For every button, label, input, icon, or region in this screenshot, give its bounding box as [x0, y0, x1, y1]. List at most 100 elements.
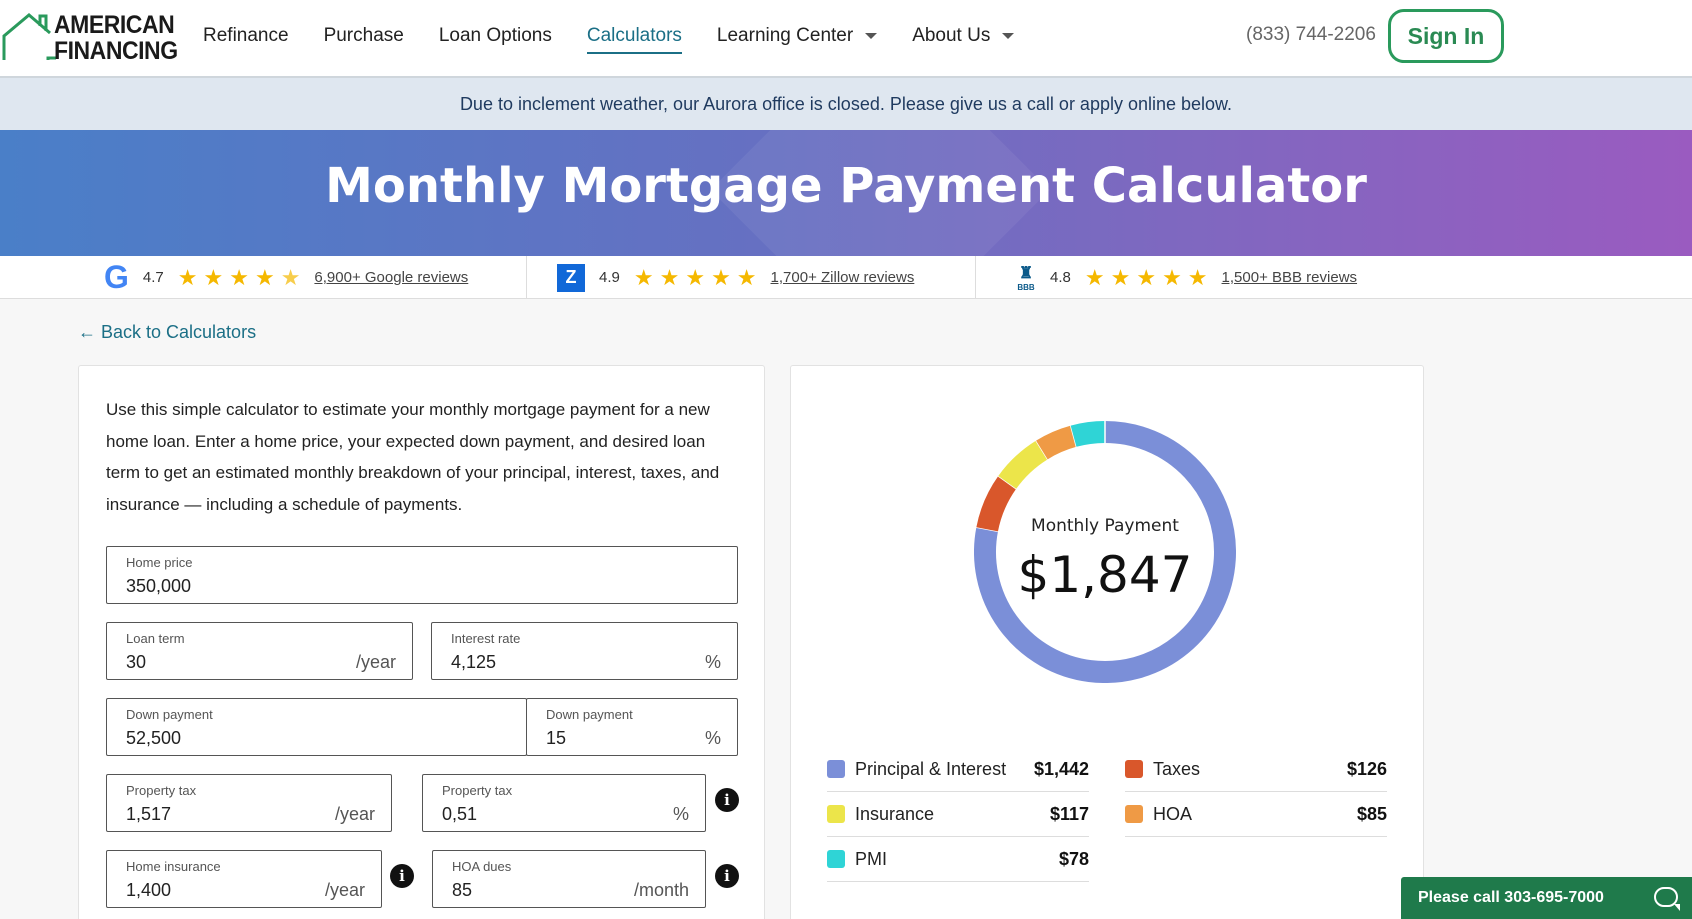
google-reviews-link[interactable]: 6,900+ Google reviews — [314, 269, 468, 286]
nav-refinance[interactable]: Refinance — [203, 0, 289, 72]
divider — [526, 256, 527, 299]
star-icon: ★ — [659, 264, 680, 290]
field-unit: /year — [355, 652, 396, 672]
star-rating: ★ ★ ★ ★ ★ — [634, 265, 757, 291]
chat-bar-label: Please call 303-695-7000 — [1418, 889, 1604, 906]
legend-label: Insurance — [855, 803, 935, 824]
divider — [975, 256, 976, 299]
field-unit: /month — [633, 880, 689, 900]
legend-insurance: Insurance $117 — [827, 792, 1089, 837]
field-value: 350,000 — [126, 576, 192, 596]
loan-term-field[interactable]: Loan term 30 /year — [106, 622, 413, 680]
field-label: Interest rate — [451, 631, 521, 646]
chevron-down-icon — [1002, 33, 1015, 39]
field-unit: % — [672, 804, 689, 824]
legend-value: $78 — [1058, 848, 1089, 869]
nav-about-us[interactable]: About Us — [912, 0, 1015, 72]
page-title: Monthly Mortgage Payment Calculator — [325, 158, 1367, 214]
field-label: Home price — [126, 555, 193, 570]
field-value: 85 — [452, 880, 473, 900]
star-icon: ★ — [1084, 264, 1105, 290]
legend-value: $1,442 — [1033, 758, 1089, 779]
nav-calculators[interactable]: Calculators — [586, 0, 682, 72]
weather-alert-banner: Due to inclement weather, our Aurora off… — [0, 78, 1692, 130]
monthly-payment-value: $1,847 — [1017, 546, 1193, 604]
field-label: Loan term — [126, 631, 185, 646]
field-unit: % — [704, 652, 721, 672]
nav-purchase[interactable]: Purchase — [324, 0, 404, 72]
legend-swatch — [827, 805, 845, 823]
star-icon: ★ — [1136, 264, 1157, 290]
home-price-field[interactable]: Home price 350,000 — [106, 546, 738, 604]
legend-value: $117 — [1049, 803, 1089, 824]
field-label: Down payment — [126, 707, 213, 722]
star-icon: ★ — [229, 264, 249, 290]
property-tax-info-icon[interactable]: i — [715, 788, 739, 812]
nav-loan-options[interactable]: Loan Options — [439, 0, 552, 72]
calculator-form-card: Use this simple calculator to estimate y… — [78, 365, 765, 919]
review-rating: 4.7 — [142, 269, 164, 286]
chat-bubble-icon — [1654, 887, 1680, 911]
legend-taxes: Taxes $126 — [1125, 747, 1387, 792]
hero-banner: Monthly Mortgage Payment Calculator — [0, 130, 1692, 256]
legend-label: HOA — [1153, 803, 1193, 824]
field-value: 4,125 — [451, 652, 497, 672]
logo-text: AMERICAN FINANCING — [54, 11, 178, 65]
hoa-dues-field[interactable]: HOA dues 85 /month — [432, 850, 706, 908]
half-star-icon: ★ — [280, 264, 301, 290]
american-financing-logo[interactable]: AMERICAN FINANCING — [2, 10, 178, 64]
field-value: 1,517 — [126, 804, 172, 824]
nav-learning-center[interactable]: Learning Center — [717, 0, 878, 72]
call-chat-bar[interactable]: Please call 303-695-7000 — [1401, 877, 1692, 919]
google-icon: G — [104, 259, 129, 295]
hoa-dues-info-icon[interactable]: i — [715, 864, 739, 888]
field-value: 30 — [126, 652, 147, 672]
review-rating: 4.8 — [1050, 269, 1071, 286]
field-unit: /year — [324, 880, 365, 900]
legend-principal-interest: Principal & Interest $1,442 — [827, 747, 1089, 792]
legend-swatch — [1125, 760, 1143, 778]
field-unit: % — [704, 728, 721, 748]
property-tax-amount-field[interactable]: Property tax 1,517 /year — [106, 774, 392, 832]
star-rating: ★ ★ ★ ★ ★ — [1085, 265, 1208, 291]
field-label: Home insurance — [126, 859, 221, 874]
zillow-icon: Z — [557, 263, 585, 292]
down-payment-amount-field[interactable]: Down payment 52,500 — [106, 698, 527, 756]
star-icon: ★ — [711, 264, 731, 290]
field-value: 0,51 — [442, 804, 478, 824]
review-google: G 4.7 ★ ★ ★ ★ ★ 6,900+ Google reviews — [104, 256, 468, 299]
donut-segment-hoa — [1036, 425, 1077, 460]
field-value: 1,400 — [126, 880, 172, 900]
bbb-reviews-link[interactable]: 1,500+ BBB reviews — [1222, 269, 1358, 286]
field-label: Down payment — [546, 707, 633, 722]
legend-swatch — [1125, 805, 1143, 823]
star-icon: ★ — [633, 264, 654, 290]
home-insurance-field[interactable]: Home insurance 1,400 /year — [106, 850, 382, 908]
star-icon: ★ — [177, 264, 198, 290]
sign-in-button[interactable]: Sign In — [1388, 9, 1504, 63]
review-bbb: ♜ BBB 4.8 ★ ★ ★ ★ ★ 1,500+ BBB reviews — [1016, 256, 1357, 299]
bbb-icon: ♜ BBB — [1017, 265, 1035, 292]
star-rating: ★ ★ ★ ★ ★ — [178, 265, 301, 291]
back-to-calculators-link[interactable]: ← Back to Calculators — [78, 322, 256, 343]
legend-label: PMI — [855, 848, 888, 869]
calculator-intro: Use this simple calculator to estimate y… — [106, 400, 720, 514]
legend-swatch — [827, 760, 845, 778]
down-payment-percent-field[interactable]: Down payment 15 % — [526, 698, 738, 756]
chevron-down-icon — [865, 33, 878, 39]
home-insurance-info-icon[interactable]: i — [390, 864, 414, 888]
house-logo-icon — [2, 13, 56, 60]
star-icon: ★ — [685, 264, 706, 290]
donut-segment-pmi — [1070, 421, 1106, 447]
zillow-reviews-link[interactable]: 1,700+ Zillow reviews — [771, 269, 915, 286]
interest-rate-field[interactable]: Interest rate 4,125 % — [431, 622, 738, 680]
main-nav: Refinance Purchase Loan Options Calculat… — [203, 0, 1049, 72]
legend-hoa: HOA $85 — [1125, 792, 1387, 837]
reviews-bar: G 4.7 ★ ★ ★ ★ ★ 6,900+ Google reviews Z 4.9 … — [0, 256, 1692, 299]
star-icon: ★ — [1110, 264, 1131, 290]
property-tax-percent-field[interactable]: Property tax 0,51 % — [422, 774, 706, 832]
field-unit: /year — [334, 804, 375, 824]
legend-label: Principal & Interest — [855, 758, 1007, 779]
review-rating: 4.9 — [599, 269, 620, 286]
phone-link[interactable]: (833) 744-2206 — [1246, 24, 1376, 46]
